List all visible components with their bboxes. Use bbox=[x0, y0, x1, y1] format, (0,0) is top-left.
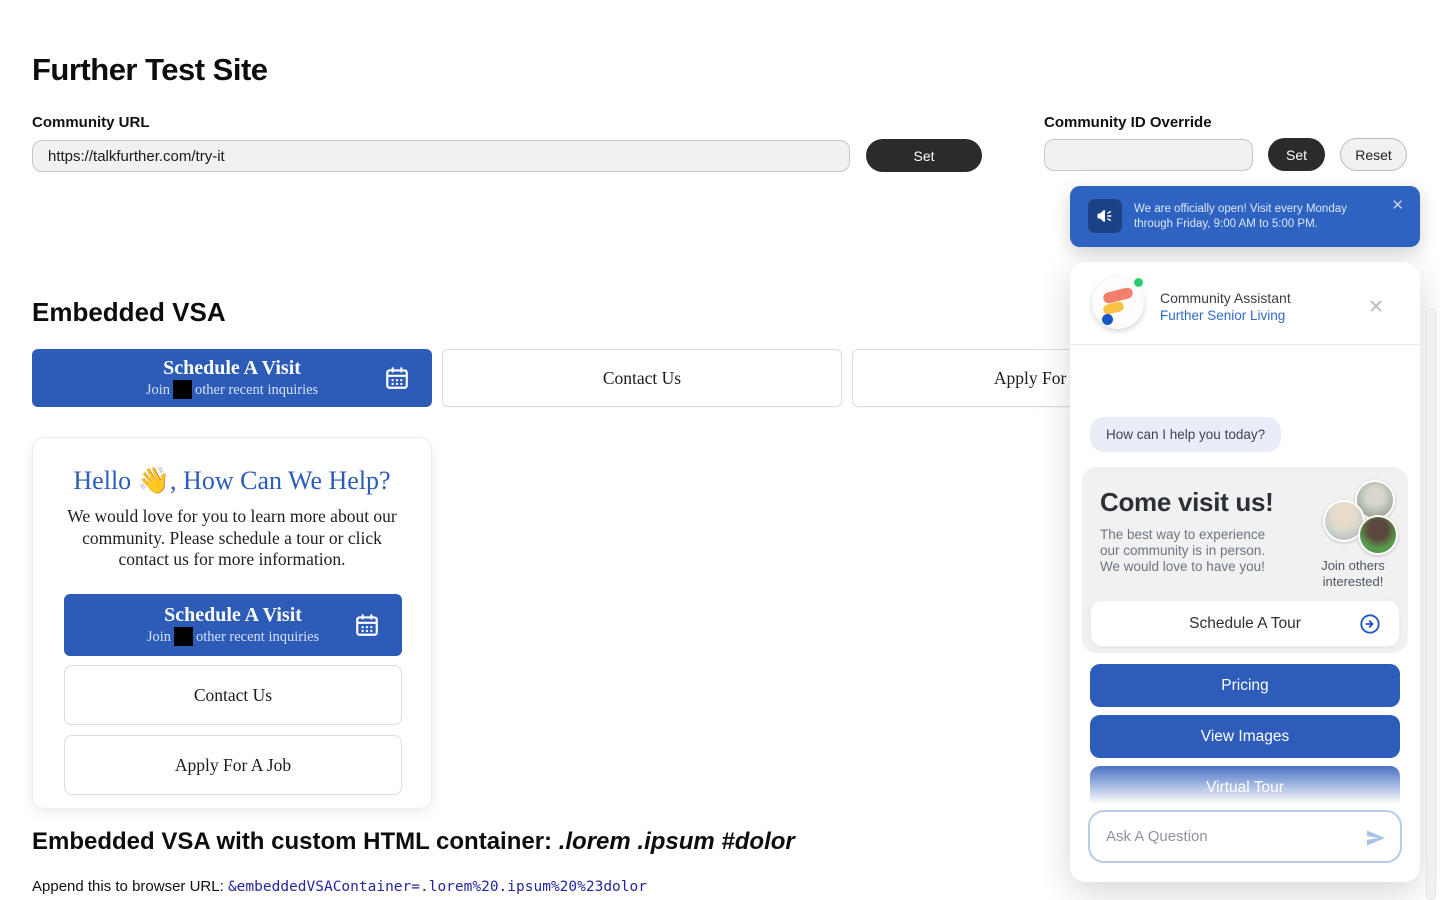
card-contact-us-button[interactable]: Contact Us bbox=[64, 665, 402, 725]
append-url-line: Append this to browser URL: &embeddedVSA… bbox=[32, 878, 647, 895]
come-visit-card: Come visit us! The best way to experienc… bbox=[1082, 467, 1408, 653]
announcement-text: We are officially open! Visit every Mond… bbox=[1134, 202, 1372, 231]
online-status-dot bbox=[1132, 276, 1145, 289]
community-url-set-button[interactable]: Set bbox=[866, 139, 982, 172]
card-schedule-visit-title: Schedule A Visit bbox=[64, 604, 402, 627]
page-title: Further Test Site bbox=[32, 52, 268, 88]
assistant-name: Community Assistant bbox=[1160, 290, 1291, 306]
calendar-icon bbox=[384, 365, 410, 391]
community-id-reset-button[interactable]: Reset bbox=[1340, 138, 1407, 171]
social-proof-label: Join others interested! bbox=[1300, 558, 1406, 589]
custom-container-heading: Embedded VSA with custom HTML container:… bbox=[32, 828, 795, 856]
send-icon[interactable] bbox=[1364, 826, 1388, 850]
chat-header: Community Assistant Further Senior Livin… bbox=[1070, 262, 1420, 345]
community-id-label: Community ID Override bbox=[1044, 114, 1212, 131]
view-images-button[interactable]: View Images bbox=[1090, 715, 1400, 758]
page-scrollbar[interactable] bbox=[1426, 308, 1436, 900]
chat-footer bbox=[1070, 810, 1420, 882]
schedule-tour-button[interactable]: Schedule A Tour bbox=[1090, 600, 1400, 647]
visit-card-heading: Come visit us! bbox=[1100, 487, 1274, 518]
community-url-label: Community URL bbox=[32, 114, 150, 131]
visitor-avatar bbox=[1358, 515, 1398, 555]
redacted-count bbox=[173, 380, 192, 399]
virtual-tour-button[interactable]: Virtual Tour bbox=[1090, 766, 1400, 809]
ask-question-input[interactable] bbox=[1088, 810, 1402, 863]
custom-container-selector: .lorem .ipsum #dolor bbox=[559, 828, 795, 855]
test-site-page: Further Test Site Community URL Set Comm… bbox=[0, 0, 1440, 900]
megaphone-icon bbox=[1088, 199, 1122, 233]
banner-close-icon[interactable]: ✕ bbox=[1391, 196, 1404, 214]
pricing-button[interactable]: Pricing bbox=[1090, 664, 1400, 707]
visit-card-body: The best way to experience our community… bbox=[1100, 527, 1280, 575]
vsa-greeting-card: Hello 👋, How Can We Help? We would love … bbox=[32, 437, 432, 809]
card-schedule-visit-button[interactable]: Schedule A Visit Joinother recent inquir… bbox=[64, 594, 402, 656]
community-url-input[interactable] bbox=[32, 140, 850, 172]
schedule-visit-button[interactable]: Schedule A Visit Joinother recent inquir… bbox=[32, 349, 432, 407]
chat-close-icon[interactable]: ✕ bbox=[1368, 296, 1384, 319]
assistant-greeting-bubble: How can I help you today? bbox=[1090, 417, 1281, 452]
vsa-card-body: We would love for you to learn more abou… bbox=[61, 506, 403, 571]
card-apply-job-button[interactable]: Apply For A Job bbox=[64, 735, 402, 795]
vsa-card-heading: Hello 👋, How Can We Help? bbox=[33, 466, 431, 496]
card-schedule-visit-subtitle: Joinother recent inquiries bbox=[64, 627, 402, 646]
embedded-vsa-heading: Embedded VSA bbox=[32, 297, 226, 328]
community-id-input[interactable] bbox=[1044, 139, 1253, 171]
chat-widget: Community Assistant Further Senior Livin… bbox=[1070, 262, 1420, 882]
redacted-count bbox=[174, 627, 193, 646]
calendar-icon bbox=[354, 612, 380, 638]
schedule-visit-title: Schedule A Visit bbox=[32, 357, 432, 380]
announcement-banner: We are officially open! Visit every Mond… bbox=[1070, 186, 1420, 247]
schedule-visit-subtitle: Joinother recent inquiries bbox=[32, 380, 432, 399]
community-link[interactable]: Further Senior Living bbox=[1160, 308, 1285, 323]
assistant-avatar bbox=[1092, 277, 1144, 329]
arrow-circle-icon bbox=[1359, 613, 1381, 635]
community-id-set-button[interactable]: Set bbox=[1268, 138, 1325, 171]
contact-us-button[interactable]: Contact Us bbox=[442, 349, 842, 407]
append-url-code: &embeddedVSAContainer=.lorem%20.ipsum%20… bbox=[228, 879, 647, 895]
